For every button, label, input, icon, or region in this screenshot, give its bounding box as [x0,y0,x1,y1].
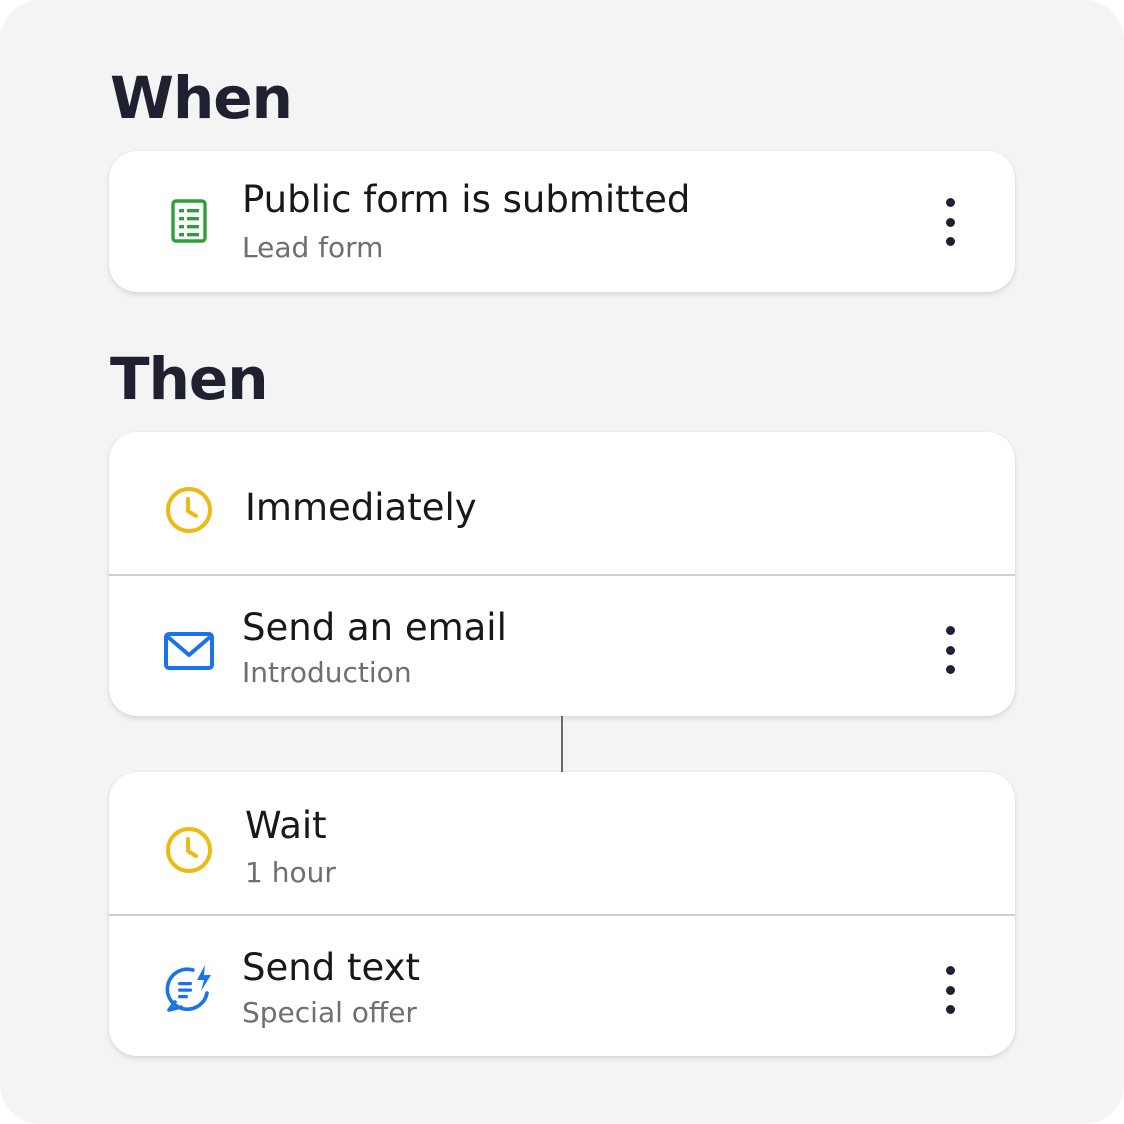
step-connector [561,716,563,772]
action-row[interactable]: Send text Special offer [109,916,1015,1056]
action-title: Send an email [242,606,507,649]
trigger-title: Public form is submitted [242,178,691,221]
action-more-menu-icon[interactable] [935,966,965,1014]
form-icon [163,195,215,247]
then-heading: Then [110,345,268,413]
trigger-subtitle: Lead form [242,231,384,264]
trigger-more-menu-icon[interactable] [935,198,965,246]
timing-row[interactable]: Immediately [109,432,1015,576]
trigger-card[interactable]: Public form is submitted Lead form [109,151,1015,292]
action-title: Send text [242,946,420,989]
timing-title: Wait [245,804,327,847]
clock-icon [163,484,215,536]
step-card: Wait 1 hour Send text Special offer [109,772,1015,1056]
timing-row[interactable]: Wait 1 hour [109,772,1015,916]
action-subtitle: Introduction [242,656,412,689]
step-card: Immediately Send an email Introduction [109,432,1015,716]
automation-panel: When Public form is submitted Lead form [0,0,1124,1124]
action-row[interactable]: Send an email Introduction [109,576,1015,716]
mail-icon [163,626,215,678]
trigger-row[interactable]: Public form is submitted Lead form [109,151,1015,292]
clock-icon [163,824,215,876]
action-subtitle: Special offer [242,996,417,1029]
text-message-icon [163,963,215,1015]
timing-subtitle: 1 hour [245,856,336,889]
timing-title: Immediately [245,486,477,529]
when-heading: When [110,64,293,132]
action-more-menu-icon[interactable] [935,626,965,674]
